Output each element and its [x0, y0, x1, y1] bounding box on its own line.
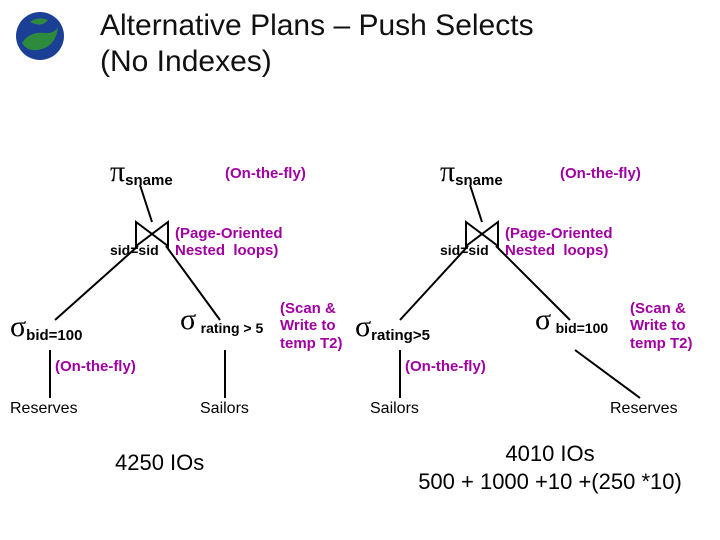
sigma-subscript: rating > 5: [201, 320, 264, 336]
right-rel-left: Sailors: [370, 400, 419, 418]
left-join-annot: (Page-Oriented Nested loops): [175, 225, 283, 260]
globe-icon: [12, 8, 68, 64]
right-cost: 4010 IOs 500 + 1000 +10 +(250 *10): [390, 440, 710, 495]
right-sigma-right: σ bid=100: [535, 303, 608, 337]
left-rel-right: Sailors: [200, 400, 249, 418]
pi-symbol: π: [440, 155, 455, 188]
left-project-annot: (On-the-fly): [225, 165, 306, 182]
right-join-cond: sid=sid: [440, 242, 489, 258]
right-rel-right: Reserves: [610, 400, 678, 418]
left-sigma-left-annot: (On-the-fly): [55, 358, 136, 375]
sigma-symbol: σ: [355, 310, 371, 343]
right-cost-line2: 500 + 1000 +10 +(250 *10): [390, 468, 710, 496]
left-join-cond: sid=sid: [110, 242, 159, 258]
pi-subscript: sname: [455, 172, 503, 189]
right-sigma-right-annot: (Scan & Write to temp T2): [630, 300, 693, 352]
left-sigma-right-annot: (Scan & Write to temp T2): [280, 300, 343, 352]
right-cost-line1: 4010 IOs: [390, 440, 710, 468]
left-sigma-left: σbid=100: [10, 310, 82, 344]
pi-subscript: sname: [125, 172, 173, 189]
sigma-symbol: σ: [535, 303, 551, 336]
right-sigma-left-annot: (On-the-fly): [405, 358, 486, 375]
left-sigma-right: σ rating > 5: [180, 303, 263, 337]
left-cost: 4250 IOs: [115, 450, 204, 476]
right-join-annot: (Page-Oriented Nested loops): [505, 225, 613, 260]
pi-symbol: π: [110, 155, 125, 188]
sigma-symbol: σ: [10, 310, 26, 343]
left-rel-left: Reserves: [10, 400, 78, 418]
sigma-subscript: bid=100: [26, 327, 82, 344]
right-sigma-left: σrating>5: [355, 310, 430, 344]
sigma-subscript: bid=100: [556, 320, 609, 336]
sigma-subscript: rating>5: [371, 327, 430, 344]
sigma-symbol: σ: [180, 303, 196, 336]
right-project-annot: (On-the-fly): [560, 165, 641, 182]
left-project: πsname: [110, 155, 173, 189]
right-project: πsname: [440, 155, 503, 189]
slide-title: Alternative Plans – Push Selects(No Inde…: [100, 8, 534, 80]
